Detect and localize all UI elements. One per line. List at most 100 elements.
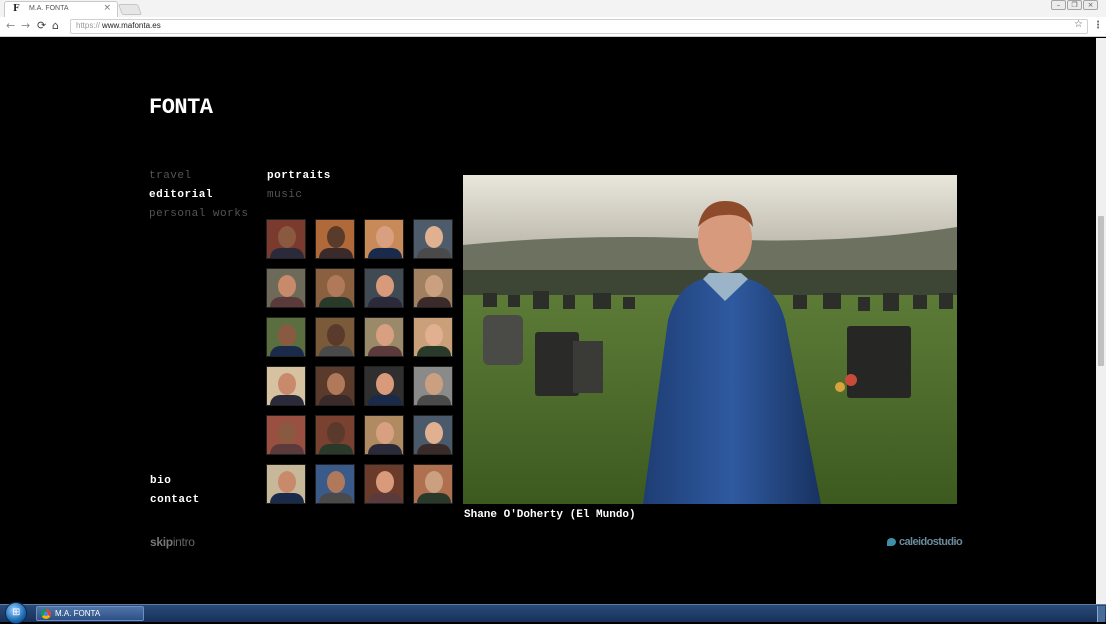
nav-travel[interactable]: travel xyxy=(149,170,192,182)
speech-bubble-icon xyxy=(887,538,896,546)
reload-icon[interactable]: ⟳ xyxy=(37,19,46,32)
portrait-thumbnail[interactable] xyxy=(266,317,306,357)
portrait-thumbnail[interactable] xyxy=(266,415,306,455)
portrait-thumbnail[interactable] xyxy=(413,415,453,455)
taskbar-item-label: M.A. FONTA xyxy=(55,609,101,618)
restore-window-button[interactable]: ❐ xyxy=(1067,0,1082,10)
thumbnail-body xyxy=(270,444,304,454)
photo-caption: Shane O'Doherty (El Mundo) xyxy=(464,509,636,521)
portrait-thumbnail[interactable] xyxy=(413,464,453,504)
thumbnail-face xyxy=(278,422,296,444)
thumbnail-face xyxy=(327,471,345,493)
portrait-thumbnail[interactable] xyxy=(413,219,453,259)
start-button[interactable]: ⊞ xyxy=(5,602,27,624)
thumbnail-face xyxy=(425,373,443,395)
minimize-window-button[interactable]: – xyxy=(1051,0,1066,10)
portrait-thumbnail[interactable] xyxy=(315,317,355,357)
address-bar[interactable]: https:// www.mafonta.es ☆ xyxy=(70,19,1088,34)
thumbnail-face xyxy=(327,422,345,444)
thumbnail-body xyxy=(368,444,402,454)
portrait-thumbnail[interactable] xyxy=(413,366,453,406)
portrait-thumbnail[interactable] xyxy=(315,268,355,308)
new-tab-button[interactable] xyxy=(117,4,143,15)
thumbnail-face xyxy=(327,373,345,395)
portrait-thumbnail[interactable] xyxy=(266,366,306,406)
browser-menu-icon[interactable]: ⋮ xyxy=(1093,20,1103,31)
nav-portraits[interactable]: portraits xyxy=(267,170,331,182)
thumbnail-face xyxy=(425,471,443,493)
portrait-thumbnail[interactable] xyxy=(364,268,404,308)
portrait-thumbnail[interactable] xyxy=(266,464,306,504)
thumbnail-body xyxy=(368,346,402,356)
thumbnail-face xyxy=(376,471,394,493)
skip-intro-bold: skip xyxy=(150,535,173,549)
thumbnail-body xyxy=(270,493,304,503)
nav-music[interactable]: music xyxy=(267,189,303,201)
close-tab-icon[interactable]: × xyxy=(103,3,111,13)
browser-tab[interactable]: F M.A. FONTA × xyxy=(4,1,118,17)
thumbnail-face xyxy=(278,471,296,493)
portrait-thumbnail[interactable] xyxy=(413,317,453,357)
thumbnail-face xyxy=(278,324,296,346)
thumbnail-body xyxy=(319,395,353,405)
portrait-thumbnail[interactable] xyxy=(364,366,404,406)
thumbnail-face xyxy=(376,422,394,444)
portrait-thumbnail[interactable] xyxy=(315,415,355,455)
forward-icon[interactable]: → xyxy=(21,19,30,32)
thumbnail-body xyxy=(319,346,353,356)
chrome-icon xyxy=(41,609,51,619)
url-host: www.mafonta.es xyxy=(102,21,161,30)
bookmark-star-icon[interactable]: ☆ xyxy=(1074,19,1083,30)
portrait-thumbnail[interactable] xyxy=(266,219,306,259)
site-logo[interactable]: FONTA xyxy=(149,95,213,120)
portrait-thumbnail[interactable] xyxy=(364,415,404,455)
thumbnail-face xyxy=(425,324,443,346)
thumbnail-face xyxy=(425,226,443,248)
thumbnail-body xyxy=(319,248,353,258)
portrait-thumbnail[interactable] xyxy=(315,219,355,259)
nav-contact[interactable]: contact xyxy=(150,494,200,506)
thumbnail-face xyxy=(278,226,296,248)
portrait-thumbnail[interactable] xyxy=(364,317,404,357)
portrait-thumbnail[interactable] xyxy=(413,268,453,308)
nav-editorial[interactable]: editorial xyxy=(149,189,213,201)
thumbnail-face xyxy=(327,226,345,248)
thumbnail-face xyxy=(376,373,394,395)
studio-credit-link[interactable]: caleidostudio xyxy=(887,536,963,548)
thumbnail-face xyxy=(425,275,443,297)
cemetery-portrait-image xyxy=(463,175,957,504)
thumbnail-body xyxy=(270,248,304,258)
portrait-thumbnail[interactable] xyxy=(364,464,404,504)
portrait-thumbnail[interactable] xyxy=(364,219,404,259)
close-window-button[interactable]: × xyxy=(1083,0,1098,10)
url-scheme: https:// xyxy=(76,21,101,30)
main-portrait-photo xyxy=(463,175,957,504)
back-icon[interactable]: ← xyxy=(6,19,15,32)
nav-bio[interactable]: bio xyxy=(150,475,171,487)
thumbnail-body xyxy=(270,346,304,356)
thumbnail-face xyxy=(327,275,345,297)
thumbnail-face xyxy=(425,422,443,444)
portrait-thumbnail[interactable] xyxy=(315,366,355,406)
skip-intro-button[interactable]: skipintro xyxy=(150,535,195,549)
taskbar-item-browser[interactable]: M.A. FONTA xyxy=(36,606,144,621)
nav-personal-works[interactable]: personal works xyxy=(149,208,248,220)
windows-taskbar: ⊞ M.A. FONTA xyxy=(0,602,1106,624)
thumbnail-body xyxy=(368,395,402,405)
web-page: FONTA travel editorial personal works po… xyxy=(0,38,1096,604)
thumbnail-body xyxy=(270,297,304,307)
browser-toolbar: ← → ⟳ ⌂ https:// www.mafonta.es ☆ ⋮ xyxy=(0,17,1106,37)
home-icon[interactable]: ⌂ xyxy=(52,19,59,32)
show-desktop-button[interactable] xyxy=(1097,606,1105,622)
portrait-thumbnail[interactable] xyxy=(315,464,355,504)
scrollbar-thumb[interactable] xyxy=(1098,216,1104,366)
portrait-thumbnail[interactable] xyxy=(266,268,306,308)
page-scrollbar[interactable] xyxy=(1096,38,1106,604)
thumbnail-face xyxy=(376,226,394,248)
thumbnail-body xyxy=(319,297,353,307)
thumbnail-body xyxy=(270,395,304,405)
thumbnail-body xyxy=(417,444,451,454)
thumbnail-face xyxy=(327,324,345,346)
thumbnail-body xyxy=(319,493,353,503)
thumbnail-face xyxy=(376,324,394,346)
